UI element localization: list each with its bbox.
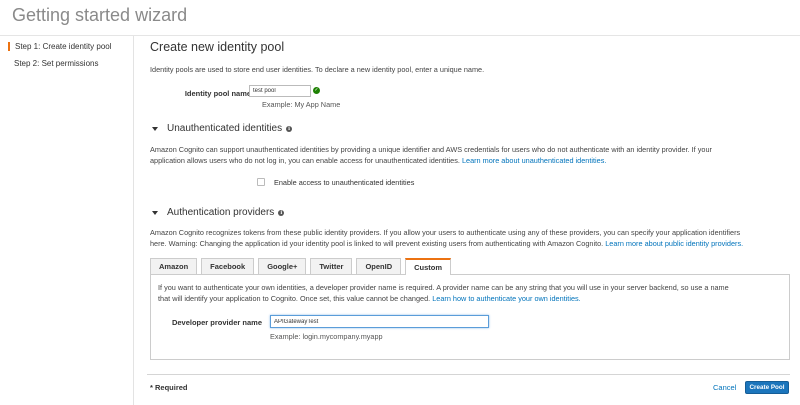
custom-description-line-1: If you want to authenticate your own ide… [158, 283, 729, 292]
authentication-providers-toggle[interactable]: Authentication providers i [150, 207, 285, 218]
custom-description-line-2: that will identify your application to C… [158, 294, 581, 303]
tab-twitter[interactable]: Twitter [310, 258, 353, 274]
create-pool-button[interactable]: Create Pool [745, 381, 789, 394]
authentication-description-line-1: Amazon Cognito recognizes tokens from th… [150, 228, 741, 237]
developer-provider-name-input[interactable] [270, 315, 489, 328]
tab-custom[interactable]: Custom [405, 258, 452, 275]
required-note: * Required [150, 383, 188, 392]
learn-more-providers-link[interactable]: Learn more about public identity provide… [605, 239, 743, 248]
caret-down-icon [152, 210, 158, 215]
identity-pool-name-example: Example: My App Name [262, 100, 341, 109]
valid-check-icon: ✓ [313, 87, 320, 94]
caret-down-icon [152, 126, 158, 131]
tab-facebook[interactable]: Facebook [201, 258, 255, 274]
unauthenticated-description-text: application allows users who do not log … [150, 156, 460, 165]
tab-amazon[interactable]: Amazon [150, 258, 198, 274]
info-icon[interactable]: i [278, 209, 285, 216]
developer-provider-name-example: Example: login.mycompany.myapp [270, 332, 383, 341]
enable-unauthenticated-checkbox[interactable] [257, 178, 265, 186]
page-description: Identity pools are used to store end use… [150, 65, 485, 74]
tab-google-plus[interactable]: Google+ [258, 258, 307, 274]
step-2-set-permissions[interactable]: Step 2: Set permissions [8, 59, 98, 68]
authentication-description-text: here. Warning: Changing the application … [150, 239, 604, 248]
tab-openid[interactable]: OpenID [356, 258, 402, 274]
authentication-description-line-2: here. Warning: Changing the application … [150, 239, 743, 248]
wizard-title: Getting started wizard [12, 5, 188, 25]
developer-provider-name-label: Developer provider name [171, 318, 262, 327]
learn-more-unauthenticated-link[interactable]: Learn more about unauthenticated identit… [462, 156, 606, 165]
unauthenticated-identities-toggle[interactable]: Unauthenticated identities i [150, 123, 293, 134]
identity-pool-name-label: Identity pool name* [184, 89, 254, 98]
info-icon[interactable]: i [286, 125, 293, 132]
authentication-providers-title: Authentication providers [167, 207, 275, 218]
unauthenticated-identities-title: Unauthenticated identities [167, 123, 283, 134]
footer-divider [147, 374, 790, 375]
cancel-link[interactable]: Cancel [713, 383, 736, 392]
page-title: Create new identity pool [150, 40, 285, 54]
provider-tabs: Amazon Facebook Google+ Twitter OpenID C… [150, 258, 455, 275]
title-divider [0, 35, 800, 36]
nav-divider [133, 36, 134, 405]
learn-custom-auth-link[interactable]: Learn how to authenticate your own ident… [432, 294, 580, 303]
unauthenticated-description-line-1: Amazon Cognito can support unauthenticat… [150, 145, 712, 154]
enable-unauthenticated-label: Enable access to unauthenticated identit… [274, 178, 415, 187]
identity-pool-name-input[interactable] [249, 85, 311, 97]
custom-description-text: that will identify your application to C… [158, 294, 431, 303]
step-1-create-identity-pool[interactable]: Step 1: Create identity pool [8, 42, 112, 51]
unauthenticated-description-line-2: application allows users who do not log … [150, 156, 606, 165]
